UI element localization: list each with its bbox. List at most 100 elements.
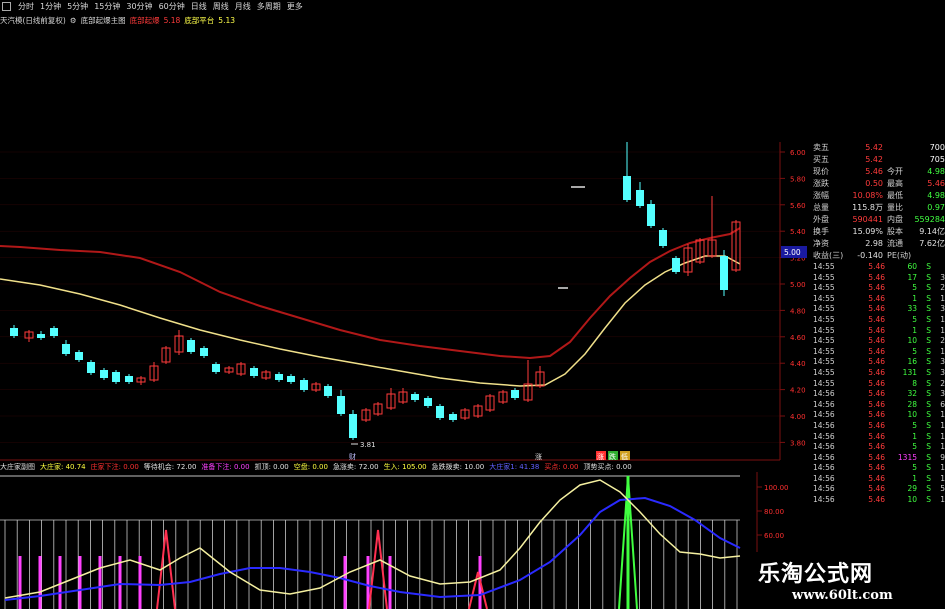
quote-value: 5.42 [865,155,883,164]
kline-chart[interactable]: 6.005.805.605.405.205.004.804.604.404.20… [0,0,945,609]
candle-body-down [647,204,655,226]
tick-row[interactable]: 14:56 5.46 5 S 1 [811,421,945,432]
quote-value: 700 [929,143,945,152]
price-axis-label: 4.20 [790,387,806,395]
quote-row: 买五 5.42 705 [811,154,945,166]
tick-time: 14:56 [813,452,835,462]
ma-yellow-line [0,255,741,387]
quote-label: 总量 [813,203,829,212]
event-mark-zhang1[interactable]: 涨 [535,452,542,461]
candle-body-down [37,334,45,338]
tick-count: 3 [940,389,945,399]
tick-side: S [926,367,931,377]
tick-row[interactable]: 14:55 5.46 17 S 3 [811,273,945,284]
tick-row[interactable]: 14:55 5.46 1 S 1 [811,326,945,337]
quote-label: 买五 [813,155,829,164]
tick-row[interactable]: 14:56 5.46 29 S 5 [811,484,945,495]
tick-count: 1 [940,431,945,441]
tick-volume: 10 [907,336,917,346]
price-axis-label: 6.00 [790,149,806,157]
price-axis-label: 4.00 [790,413,806,421]
tick-row[interactable]: 14:55 5.46 8 S 2 [811,379,945,390]
quote-label: 最高 [887,179,903,188]
quote-value: 2.98 [865,239,883,248]
tick-time: 14:55 [813,346,835,356]
tick-row[interactable]: 14:56 5.46 10 S 1 [811,495,945,506]
tick-volume: 5 [912,463,917,473]
tick-row[interactable]: 14:55 5.46 16 S 3 [811,357,945,368]
tick-count: 3 [940,357,945,367]
tick-row[interactable]: 14:56 5.46 32 S 3 [811,389,945,400]
price-axis-label: 3.80 [790,439,806,447]
event-mark-cai[interactable]: 财 [349,452,356,461]
tick-row[interactable]: 14:55 5.46 60 S [811,262,945,273]
quote-value: 10.08% [852,191,883,200]
tick-row[interactable]: 14:55 5.46 5 S 1 [811,315,945,326]
tick-row[interactable]: 14:56 5.46 28 S 6 [811,400,945,411]
tick-price: 5.46 [868,272,885,282]
tick-time: 14:56 [813,484,835,494]
tick-count: 1 [940,346,945,356]
tick-time: 14:56 [813,389,835,399]
tick-count: 1 [940,325,945,335]
candle-body-down [424,398,432,406]
quote-label [883,142,911,154]
low-label: 3.81 [360,441,376,449]
price-marker: 5.00 [784,248,801,257]
tick-price: 5.46 [868,473,885,483]
candle-body-down [349,414,357,438]
tick-row[interactable]: 14:55 5.46 33 S 3 [811,304,945,315]
tick-row[interactable]: 14:55 5.46 131 S 3 [811,368,945,379]
tick-side: S [926,452,931,462]
quote-table: 卖五 5.42 700 买五 5.42 705 现价 5.46 今开 4.98 涨跌 0.50 最高 5.… [811,142,945,262]
tick-row[interactable]: 14:56 5.46 1315 S 9 [811,453,945,464]
quote-value: 5.46 [865,167,883,176]
candle-body-down [337,396,345,414]
event-mark-zhang2[interactable]: 涨 [597,452,604,461]
tick-row[interactable]: 14:56 5.46 5 S 1 [811,442,945,453]
event-mark-die[interactable]: 跌 [609,452,616,461]
quote-value: 9.14亿 [919,227,945,236]
tick-row[interactable]: 14:55 5.46 10 S 2 [811,336,945,347]
quote-label: 现价 [813,167,829,176]
sub-legend-item: 抓顶: 0.00 [254,463,289,471]
tick-count: 2 [940,378,945,388]
event-mark-di[interactable]: 低 [621,452,628,461]
tick-count [931,262,945,273]
quote-label [883,154,911,166]
tick-price: 5.46 [868,346,885,356]
tick-volume: 5 [912,442,917,452]
price-grid [0,151,780,443]
tick-price: 5.46 [868,357,885,367]
tick-row[interactable]: 14:56 5.46 5 S 1 [811,463,945,474]
tick-count: 3 [940,367,945,377]
tick-row[interactable]: 14:55 5.46 5 S 2 [811,283,945,294]
tick-price: 5.46 [868,304,885,314]
tick-side: S [926,463,931,473]
tick-time: 14:56 [813,431,835,441]
tick-row[interactable]: 14:56 5.46 1 S 1 [811,474,945,485]
tick-count: 6 [940,399,945,409]
quote-label: 涨跌 [813,179,829,188]
tick-count: 1 [940,293,945,303]
price-axis-label: 5.40 [790,228,806,236]
quote-label: 涨幅 [813,191,829,200]
tick-count: 1 [940,473,945,483]
quote-label: PE(动) [887,251,912,260]
tick-list[interactable]: 14:55 5.46 60 S 14:55 5.46 17 S 3 14:55 5.46 5 S 2 14:… [811,262,945,506]
sub-legend-item: 急跌拨卖: 10.00 [431,463,485,471]
quote-row: 现价 5.46 今开 4.98 [811,166,945,178]
tick-count: 2 [940,336,945,346]
sub-histogram [0,475,740,609]
candle-body-down [212,364,220,372]
quote-value: 15.09% [852,227,883,236]
tick-row[interactable]: 14:55 5.46 1 S 1 [811,294,945,305]
tick-side: S [926,420,931,430]
tick-side: S [926,484,931,494]
tick-side: S [926,399,931,409]
tick-row[interactable]: 14:56 5.46 10 S 1 [811,410,945,421]
price-axis-label: 5.00 [790,281,806,289]
tick-row[interactable]: 14:55 5.46 5 S 1 [811,347,945,358]
tick-volume: 1 [912,473,917,483]
tick-row[interactable]: 14:56 5.46 1 S 1 [811,432,945,443]
